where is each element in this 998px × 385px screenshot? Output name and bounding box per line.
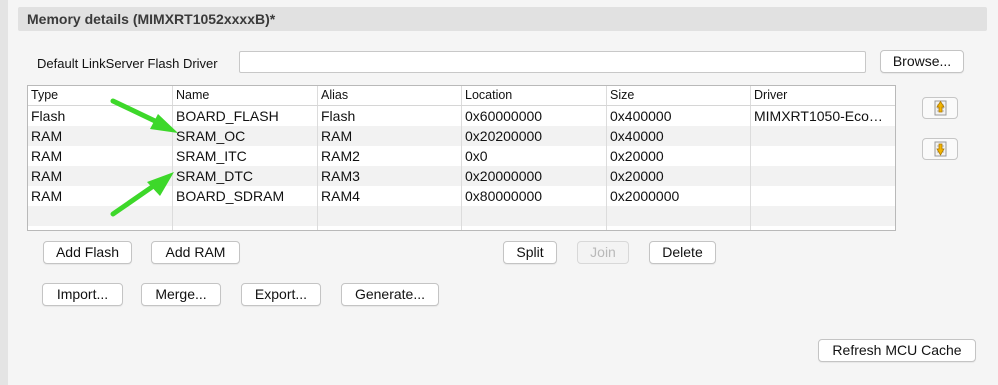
annotation-arrows bbox=[110, 98, 178, 217]
green-arrow-icon bbox=[110, 98, 178, 133]
green-arrow-icon bbox=[110, 172, 174, 217]
